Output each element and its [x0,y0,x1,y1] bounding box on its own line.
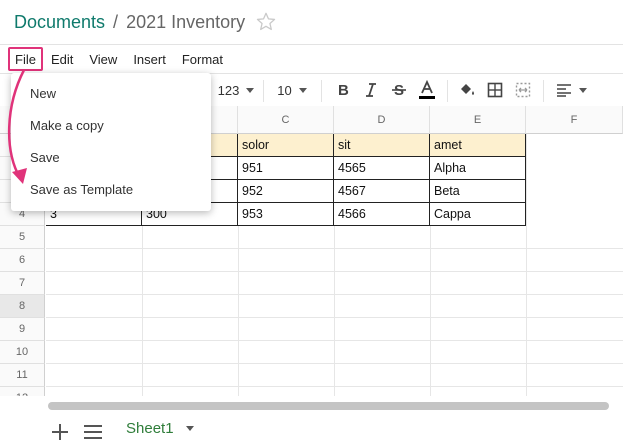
text-color-button[interactable] [417,74,437,106]
font-size-dropdown[interactable]: 10 [268,74,316,106]
bold-icon: B [338,82,349,98]
menu-item-save[interactable]: Save [11,143,211,171]
strikethrough-button[interactable]: S [389,74,409,106]
grid-line [46,363,623,364]
breadcrumb-separator: / [113,11,119,32]
sheet-bar: Sheet1 [0,412,623,448]
fill-color-button[interactable] [456,74,478,106]
menu-format[interactable]: Format [174,47,231,71]
italic-icon [366,83,376,97]
table-header-cell[interactable]: solor [238,134,334,157]
grid-line [142,226,143,396]
borders-button[interactable] [485,74,505,106]
toolbar-separator [263,80,264,102]
table-header-cell[interactable]: sit [334,134,430,157]
table-cell[interactable]: Cappa [430,203,526,226]
table-cell[interactable]: Alpha [430,157,526,180]
table-cell[interactable]: 4566 [334,203,430,226]
table-cell[interactable]: Beta [430,180,526,203]
strikethrough-icon: S [392,82,406,98]
row-header[interactable]: 10 [0,341,45,364]
grid-line [46,340,623,341]
chevron-down-icon [578,87,587,93]
table-cell[interactable]: 4565 [334,157,430,180]
column-header-f[interactable]: F [526,106,623,134]
grid-line [238,226,239,396]
star-icon[interactable] [255,11,277,33]
grid-line [46,294,623,295]
merge-cells-icon [515,82,531,98]
toolbar-separator [543,80,544,102]
number-format-dropdown[interactable]: 123 [211,74,261,106]
grid-line [46,386,623,387]
grid-line [430,226,431,396]
column-header-d[interactable]: D [334,106,430,134]
all-sheets-menu-icon[interactable] [83,424,103,440]
breadcrumb-documents-link[interactable]: Documents [14,12,105,33]
grid-line [46,317,623,318]
chevron-down-icon [246,87,255,93]
document-title[interactable]: 2021 Inventory [126,12,245,33]
column-header-c[interactable]: C [238,106,334,134]
menu-item-save-as-template[interactable]: Save as Template [11,175,211,203]
column-header-e[interactable]: E [430,106,526,134]
row-header[interactable]: 11 [0,364,45,387]
grid-line [334,226,335,396]
table-cell[interactable]: 951 [238,157,334,180]
toolbar-separator [321,80,322,102]
text-color-icon [419,80,435,99]
chevron-down-icon [298,87,307,93]
row-header[interactable]: 8 [0,295,45,318]
row-header[interactable]: 5 [0,226,45,249]
bold-button[interactable]: B [333,74,353,106]
horizontal-scrollbar[interactable] [48,402,609,410]
menu-view[interactable]: View [81,47,125,71]
grid-line [46,248,623,249]
sheet-tab-sheet1[interactable]: Sheet1 [126,420,194,437]
toolbar-separator [447,80,448,102]
paint-bucket-icon [461,84,474,95]
row-header[interactable]: 7 [0,272,45,295]
grid-line [46,271,623,272]
menu-edit[interactable]: Edit [43,47,81,71]
align-left-icon [556,84,571,97]
sheet-tab-label: Sheet1 [126,420,174,437]
menu-insert[interactable]: Insert [125,47,174,71]
svg-text:B: B [338,82,349,98]
horizontal-align-dropdown[interactable] [553,74,589,106]
menu-item-new[interactable]: New [11,79,211,107]
add-sheet-icon[interactable] [51,423,69,441]
table-header-cell[interactable]: amet [430,134,526,157]
row-header[interactable]: 12 [0,387,45,396]
file-menu-dropdown: New Make a copy Save Save as Template [11,73,211,211]
title-bar: Documents / 2021 Inventory [0,0,623,44]
table-cell[interactable]: 952 [238,180,334,203]
menu-bar: File Edit View Insert Format [0,45,231,73]
borders-icon [487,82,503,98]
table-cell[interactable]: 953 [238,203,334,226]
table-cell[interactable]: 4567 [334,180,430,203]
italic-button[interactable] [361,74,381,106]
grid-line [526,134,527,396]
menu-item-make-a-copy[interactable]: Make a copy [11,111,211,139]
merge-cells-button[interactable] [513,74,533,106]
menu-file[interactable]: File [8,47,43,71]
chevron-down-icon[interactable] [185,426,194,431]
row-header[interactable]: 6 [0,249,45,272]
number-format-label: 123 [217,82,240,98]
font-size-label: 10 [277,82,292,98]
row-header[interactable]: 9 [0,318,45,341]
